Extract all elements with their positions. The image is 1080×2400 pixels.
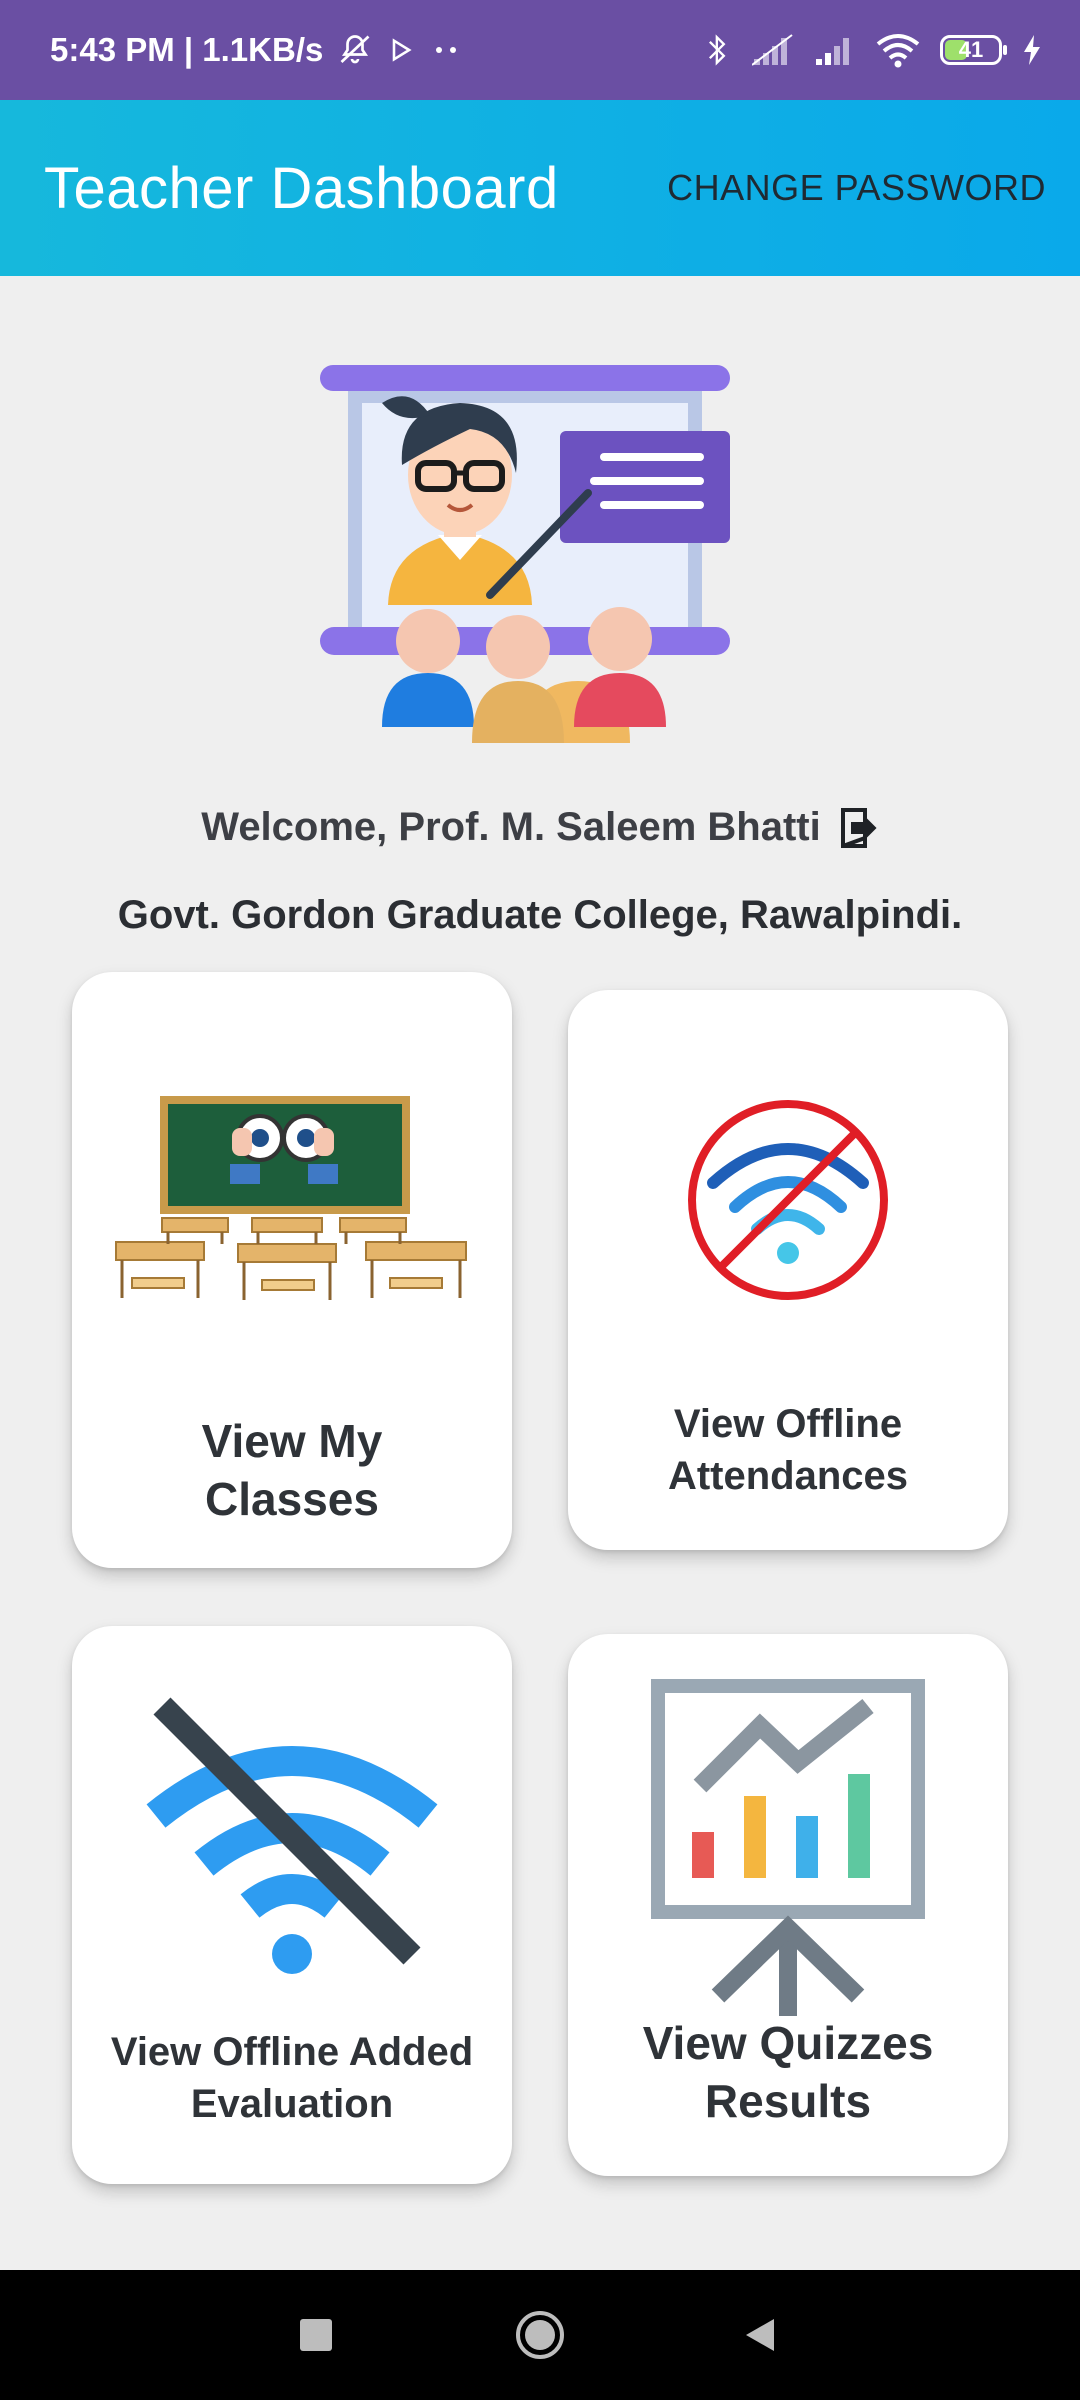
- status-time-speed: 5:43 PM | 1.1KB/s: [50, 31, 324, 68]
- wifi-off-icon: [146, 1697, 438, 1974]
- classroom-binoculars-icon: [115, 1096, 467, 1300]
- recents-button[interactable]: [256, 2270, 376, 2400]
- status-left: 5:43 PM | 1.1KB/s: [50, 0, 465, 100]
- bluetooth-icon: [709, 34, 726, 66]
- wifi-icon: [876, 34, 920, 68]
- signal-icon: [752, 34, 793, 66]
- triangle-back-icon: [746, 2319, 774, 2351]
- status-right: 41: [704, 0, 1042, 100]
- play-icon: [393, 38, 412, 62]
- mute-icon: [340, 35, 370, 64]
- card-label: View Quizzes Results: [642, 2017, 934, 2127]
- battery-level: 41: [958, 37, 984, 62]
- navigation-bar: [0, 2270, 1080, 2400]
- view-my-classes-card[interactable]: View My Classes: [72, 972, 512, 1568]
- circle-icon: [516, 2311, 564, 2359]
- battery-icon: 41: [940, 35, 1007, 65]
- signal-icon: [816, 38, 849, 65]
- home-button[interactable]: [480, 2270, 600, 2400]
- charging-icon: [1024, 35, 1040, 65]
- view-offline-added-evaluation-card[interactable]: View Offline Added Evaluation: [72, 1626, 512, 2184]
- square-icon: [300, 2319, 332, 2351]
- view-quizzes-results-card[interactable]: View Quizzes Results: [568, 1634, 1008, 2176]
- college-name: Govt. Gordon Graduate College, Rawalpind…: [117, 893, 963, 937]
- chart-presentation-icon: [651, 1679, 925, 2016]
- teacher-illustration: [320, 365, 730, 743]
- welcome-row: Welcome, Prof. M. Saleem Bhatti: [0, 805, 1080, 850]
- change-password-button[interactable]: CHANGE PASSWORD: [667, 100, 1046, 276]
- page-title: Teacher Dashboard: [44, 155, 559, 221]
- card-label: View My Classes: [201, 1415, 383, 1525]
- back-button[interactable]: [700, 2270, 820, 2400]
- app-bar: Teacher Dashboard CHANGE PASSWORD: [0, 100, 1080, 276]
- view-offline-attendances-card[interactable]: View Offline Attendances: [568, 990, 1008, 1550]
- more-icon: [436, 47, 457, 53]
- status-bar: 5:43 PM | 1.1KB/s 41: [0, 0, 1080, 100]
- welcome-text: Welcome, Prof. M. Saleem Bhatti: [201, 805, 821, 849]
- no-wifi-icon: [688, 1100, 888, 1300]
- card-label: View Offline Attendances: [667, 1402, 909, 1498]
- logout-icon[interactable]: [839, 806, 879, 850]
- card-label: View Offline Added Evaluation: [110, 2030, 474, 2126]
